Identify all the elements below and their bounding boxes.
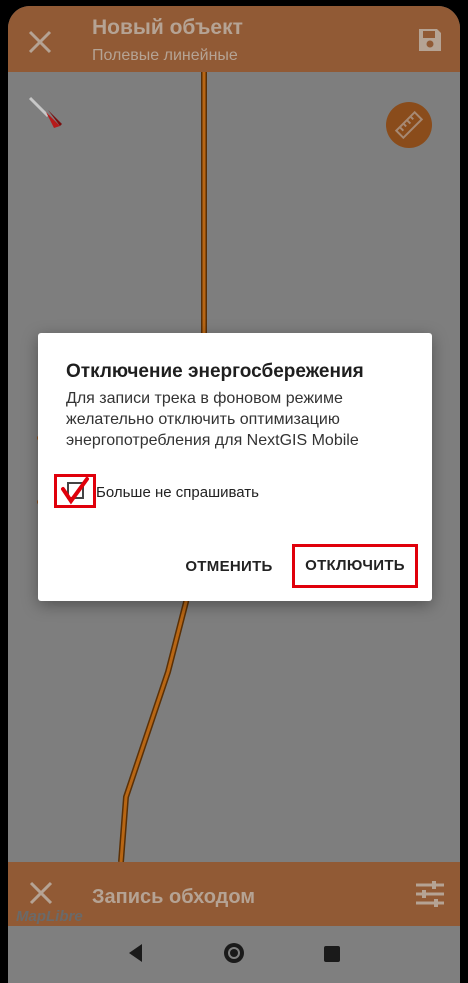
- checkmark-icon: [61, 477, 89, 505]
- ruler-icon: [394, 110, 424, 140]
- ruler-button[interactable]: [386, 102, 432, 148]
- cancel-button[interactable]: ОТМЕНИТЬ: [174, 552, 284, 582]
- recents-icon[interactable]: [323, 945, 341, 963]
- maplibre-text: MapLibre: [16, 908, 83, 925]
- disable-button[interactable]: ОТКЛЮЧИТЬ: [295, 547, 415, 585]
- dialog-message: Для записи трека в фоновом режиме желате…: [66, 390, 359, 449]
- close-icon[interactable]: [26, 28, 54, 56]
- layer-subtitle: Полевые линейные: [92, 47, 238, 64]
- bottom-panel: Запись обходом MapLibre: [8, 862, 460, 926]
- compass-icon[interactable]: [26, 92, 66, 132]
- back-icon[interactable]: [126, 942, 146, 964]
- maplibre-logo: MapLibre: [16, 908, 83, 925]
- page-title: Новый объект: [92, 16, 243, 39]
- system-nav-bar: [8, 926, 460, 983]
- dialog-title: Отключение энергосбережения: [66, 361, 364, 382]
- close-icon[interactable]: [28, 880, 54, 906]
- record-mode-label: Запись обходом: [92, 886, 256, 908]
- top-app-bar: Новый объект Полевые линейные: [8, 6, 460, 72]
- dont-ask-checkbox[interactable]: [54, 474, 96, 508]
- sliders-icon[interactable]: [414, 878, 446, 910]
- disable-button-highlight: ОТКЛЮЧИТЬ: [292, 544, 418, 588]
- save-icon[interactable]: [416, 26, 444, 54]
- home-icon[interactable]: [222, 941, 246, 965]
- checkbox-label[interactable]: Больше не спрашивать: [96, 484, 259, 501]
- battery-optimization-dialog: Отключение энергосбережения Для записи т…: [38, 333, 432, 601]
